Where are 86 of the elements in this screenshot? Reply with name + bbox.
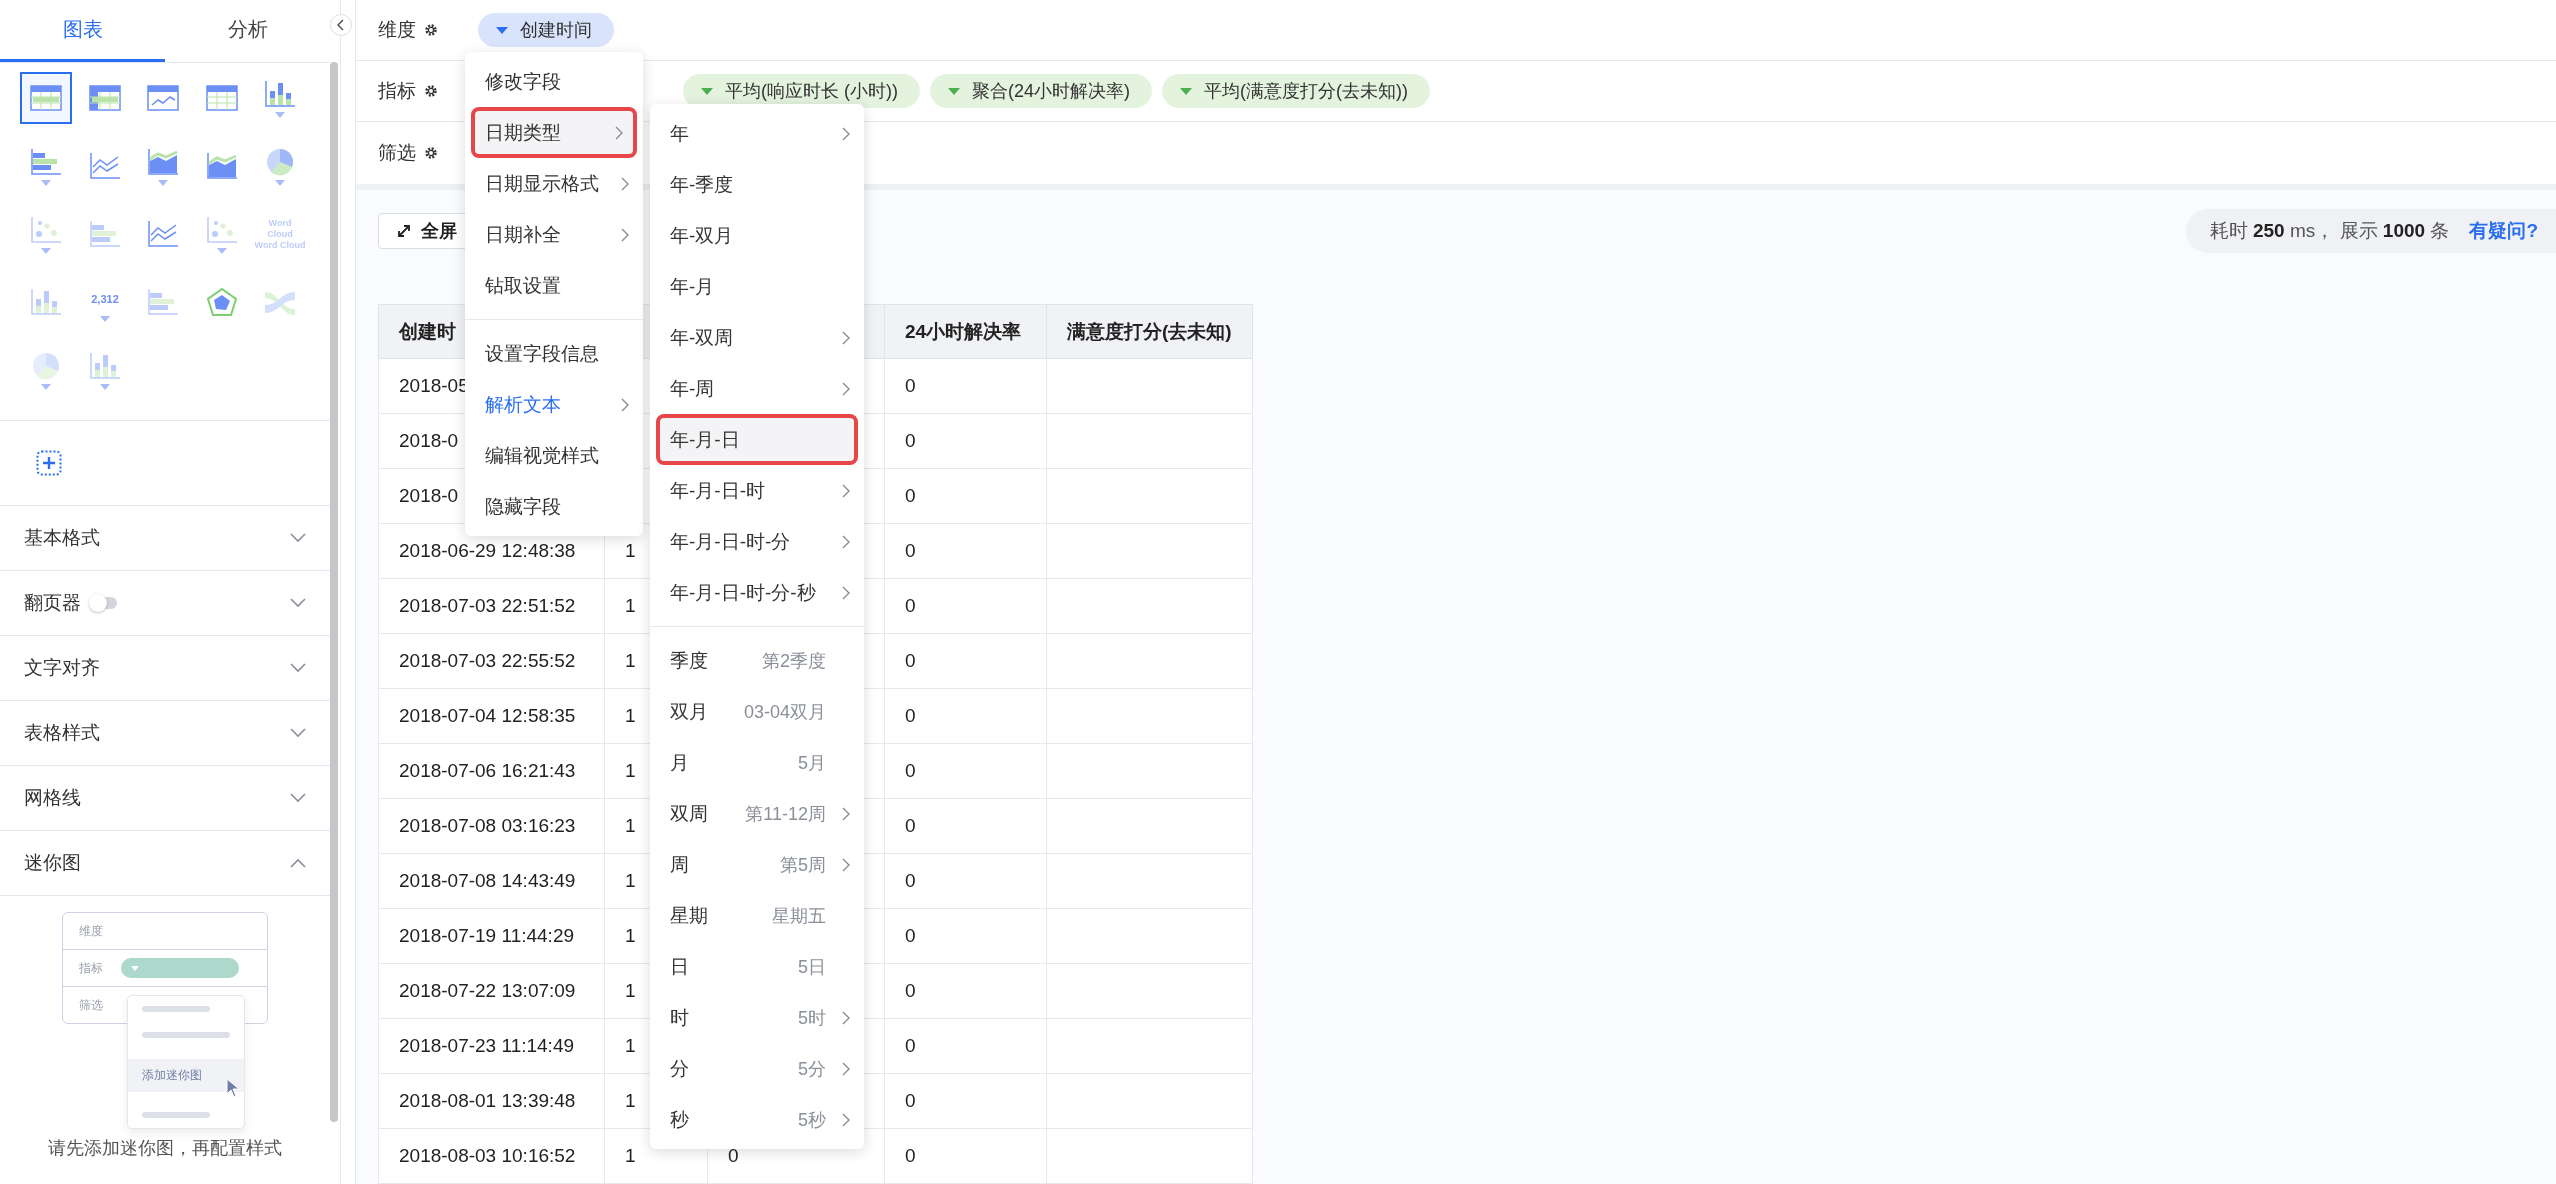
table-cell: 2018-07-06 16:21:43	[378, 743, 605, 799]
illustration-label: 筛选	[79, 996, 103, 1014]
shelf-label: 维度	[378, 18, 416, 42]
chevron-right-icon	[842, 330, 850, 345]
section-title: 迷你图	[24, 851, 81, 875]
column-header: 满意度打分(去未知)	[1046, 304, 1253, 359]
field-pill[interactable]: 聚合(24小时解决率)	[930, 74, 1152, 108]
menu-item[interactable]: 年-季度	[650, 159, 864, 210]
collapse-icon[interactable]	[330, 14, 352, 36]
chevron-right-icon	[842, 585, 850, 600]
chevron-right-icon	[621, 397, 629, 412]
sidebar-tab[interactable]: 图表	[0, 0, 165, 62]
section-title: 文字对齐	[24, 656, 100, 680]
chevron-right-icon	[842, 857, 850, 872]
add-icon[interactable]	[36, 450, 62, 476]
expand-icon	[397, 224, 411, 238]
shelf-label: 指标	[378, 79, 416, 103]
table-cell: 2018-07-04 12:58:35	[378, 688, 605, 744]
field-pill[interactable]: 平均(满意度打分(去未知))	[1162, 74, 1430, 108]
section-title: 翻页器	[24, 591, 81, 615]
illustration-label: 指标	[79, 959, 103, 977]
table-cell: 0	[884, 688, 1047, 744]
sidebar-tab[interactable]: 分析	[165, 0, 330, 62]
menu-item[interactable]: 年	[650, 108, 864, 159]
field-pill[interactable]: 创建时间	[478, 13, 614, 47]
table-cell: 2018-07-08 14:43:49	[378, 853, 605, 909]
table-cell: 0	[884, 853, 1047, 909]
table-cell: 0	[884, 908, 1047, 964]
menu-item[interactable]: 年-双周	[650, 312, 864, 363]
chevron-right-icon	[842, 1061, 850, 1076]
cursor-icon	[226, 1078, 240, 1098]
table-cell: 0	[884, 1073, 1047, 1129]
table-cell: 0	[884, 578, 1047, 634]
field-pill[interactable]: 平均(响应时长 (小时))	[683, 74, 920, 108]
section-title: 表格样式	[24, 721, 100, 745]
table-chart-icon[interactable]	[20, 72, 72, 124]
scrollbar[interactable]	[330, 62, 338, 1122]
table-cell: 0	[884, 1128, 1047, 1184]
query-stats-text: 耗时 250 ms， 展示 1000 条	[2209, 219, 2450, 243]
chevron-right-icon	[842, 806, 850, 821]
chevron-right-icon	[842, 483, 850, 498]
chevron-right-icon	[842, 534, 850, 549]
menu-item[interactable]: 日期显示格式	[465, 158, 643, 209]
settings-icon[interactable]	[424, 23, 438, 37]
menu-item[interactable]: 修改字段	[465, 56, 643, 107]
settings-section[interactable]: 翻页器	[0, 571, 330, 636]
chevron-right-icon	[842, 381, 850, 396]
table-cell: 0	[884, 963, 1047, 1019]
menu-item[interactable]: 年-双月	[650, 210, 864, 261]
column-header: 24小时解决率	[884, 304, 1047, 359]
table-cell: 0	[884, 358, 1047, 414]
settings-icon[interactable]	[424, 84, 438, 98]
menu-item[interactable]: 年-周	[650, 363, 864, 414]
table-cell: 2018-07-23 11:14:49	[378, 1018, 605, 1074]
table-cell: 0	[884, 633, 1047, 689]
chevron-right-icon	[842, 1010, 850, 1025]
table-cell: 2018-07-19 11:44:29	[378, 908, 605, 964]
hint-text: 请先添加迷你图，再配置样式	[47, 1137, 283, 1160]
help-link[interactable]: 有疑问?	[2469, 218, 2538, 244]
chevron-right-icon	[842, 1112, 850, 1127]
menu-item[interactable]: 年-月-日-时	[650, 465, 864, 516]
chevron-right-icon	[842, 126, 850, 141]
section-title: 网格线	[24, 786, 81, 810]
table-cell: 2018-08-03 10:16:52	[378, 1128, 605, 1184]
table-cell: 2018-07-22 13:07:09	[378, 963, 605, 1019]
menu-item[interactable]: 年-月	[650, 261, 864, 312]
illustration-label: 维度	[79, 922, 103, 940]
table-cell: 0	[884, 523, 1047, 579]
menu-item[interactable]: 日期类型	[471, 107, 637, 158]
chevron-right-icon	[621, 227, 629, 242]
chevron-right-icon	[621, 176, 629, 191]
table-cell: 2018-08-01 13:39:48	[378, 1073, 605, 1129]
toggle-switch[interactable]	[91, 597, 117, 609]
table-cell: 2018-07-03 22:55:52	[378, 633, 605, 689]
table-cell: 0	[884, 1018, 1047, 1074]
menu-item[interactable]: 年-月-日	[656, 414, 858, 465]
table-cell: 0	[884, 743, 1047, 799]
table-cell: 2018-07-03 22:51:52	[378, 578, 605, 634]
chevron-right-icon	[615, 125, 623, 140]
table-cell: 0	[884, 798, 1047, 854]
shelf-label: 筛选	[378, 141, 416, 165]
table-cell: 0	[884, 468, 1047, 524]
section-title: 基本格式	[24, 526, 100, 550]
table-cell: 2018-07-08 03:16:23	[378, 798, 605, 854]
settings-icon[interactable]	[424, 146, 438, 160]
table-cell: 0	[884, 413, 1047, 469]
